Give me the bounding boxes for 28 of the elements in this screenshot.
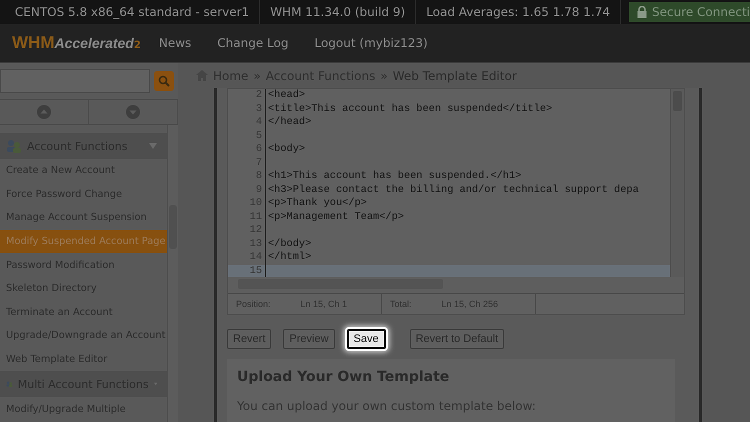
vertical-scrollbar[interactable] xyxy=(670,89,684,277)
code-line: </body> xyxy=(267,238,312,251)
breadcrumb-separator: » xyxy=(253,68,261,82)
search-icon xyxy=(158,75,170,87)
whm-logo[interactable]: WHMAccelerated$_{2}$ xyxy=(12,33,141,53)
code-line: </head> xyxy=(267,116,312,130)
code-editor[interactable] xyxy=(227,88,685,315)
code-line: <body> xyxy=(267,143,306,156)
search-button[interactable] xyxy=(154,71,174,91)
menu-item[interactable]: Modify Suspended Account Page xyxy=(0,230,167,254)
sidebar-scrollbar[interactable] xyxy=(167,125,178,422)
lock-icon xyxy=(636,6,647,18)
code-line: <h3>Please contact the billing and/or technical support depa xyxy=(267,184,639,197)
section-heading: Upload Your Own Template xyxy=(237,369,450,385)
code-line: <p>Thank you</p> xyxy=(267,197,367,210)
users-icon xyxy=(6,139,22,153)
form-button[interactable]: Save xyxy=(346,329,386,349)
nav-link[interactable]: Logout (mybiz123) xyxy=(314,36,428,50)
code-line: <h1>This account has been suspended.</h1> xyxy=(267,170,522,184)
code-line: <title>This account has been suspended</title> xyxy=(267,102,552,116)
secure-connection-badge: Secure Connecti xyxy=(628,2,750,22)
code-line: <head> xyxy=(267,89,306,102)
nav-link[interactable]: News xyxy=(158,36,192,50)
code-line: </html> xyxy=(267,251,312,264)
code-line: <p>Management Team</p> xyxy=(267,210,404,224)
breadcrumb-separator: » xyxy=(380,68,388,82)
nav-link[interactable]: Change Log xyxy=(217,36,288,50)
chevron-down-icon xyxy=(149,143,157,149)
